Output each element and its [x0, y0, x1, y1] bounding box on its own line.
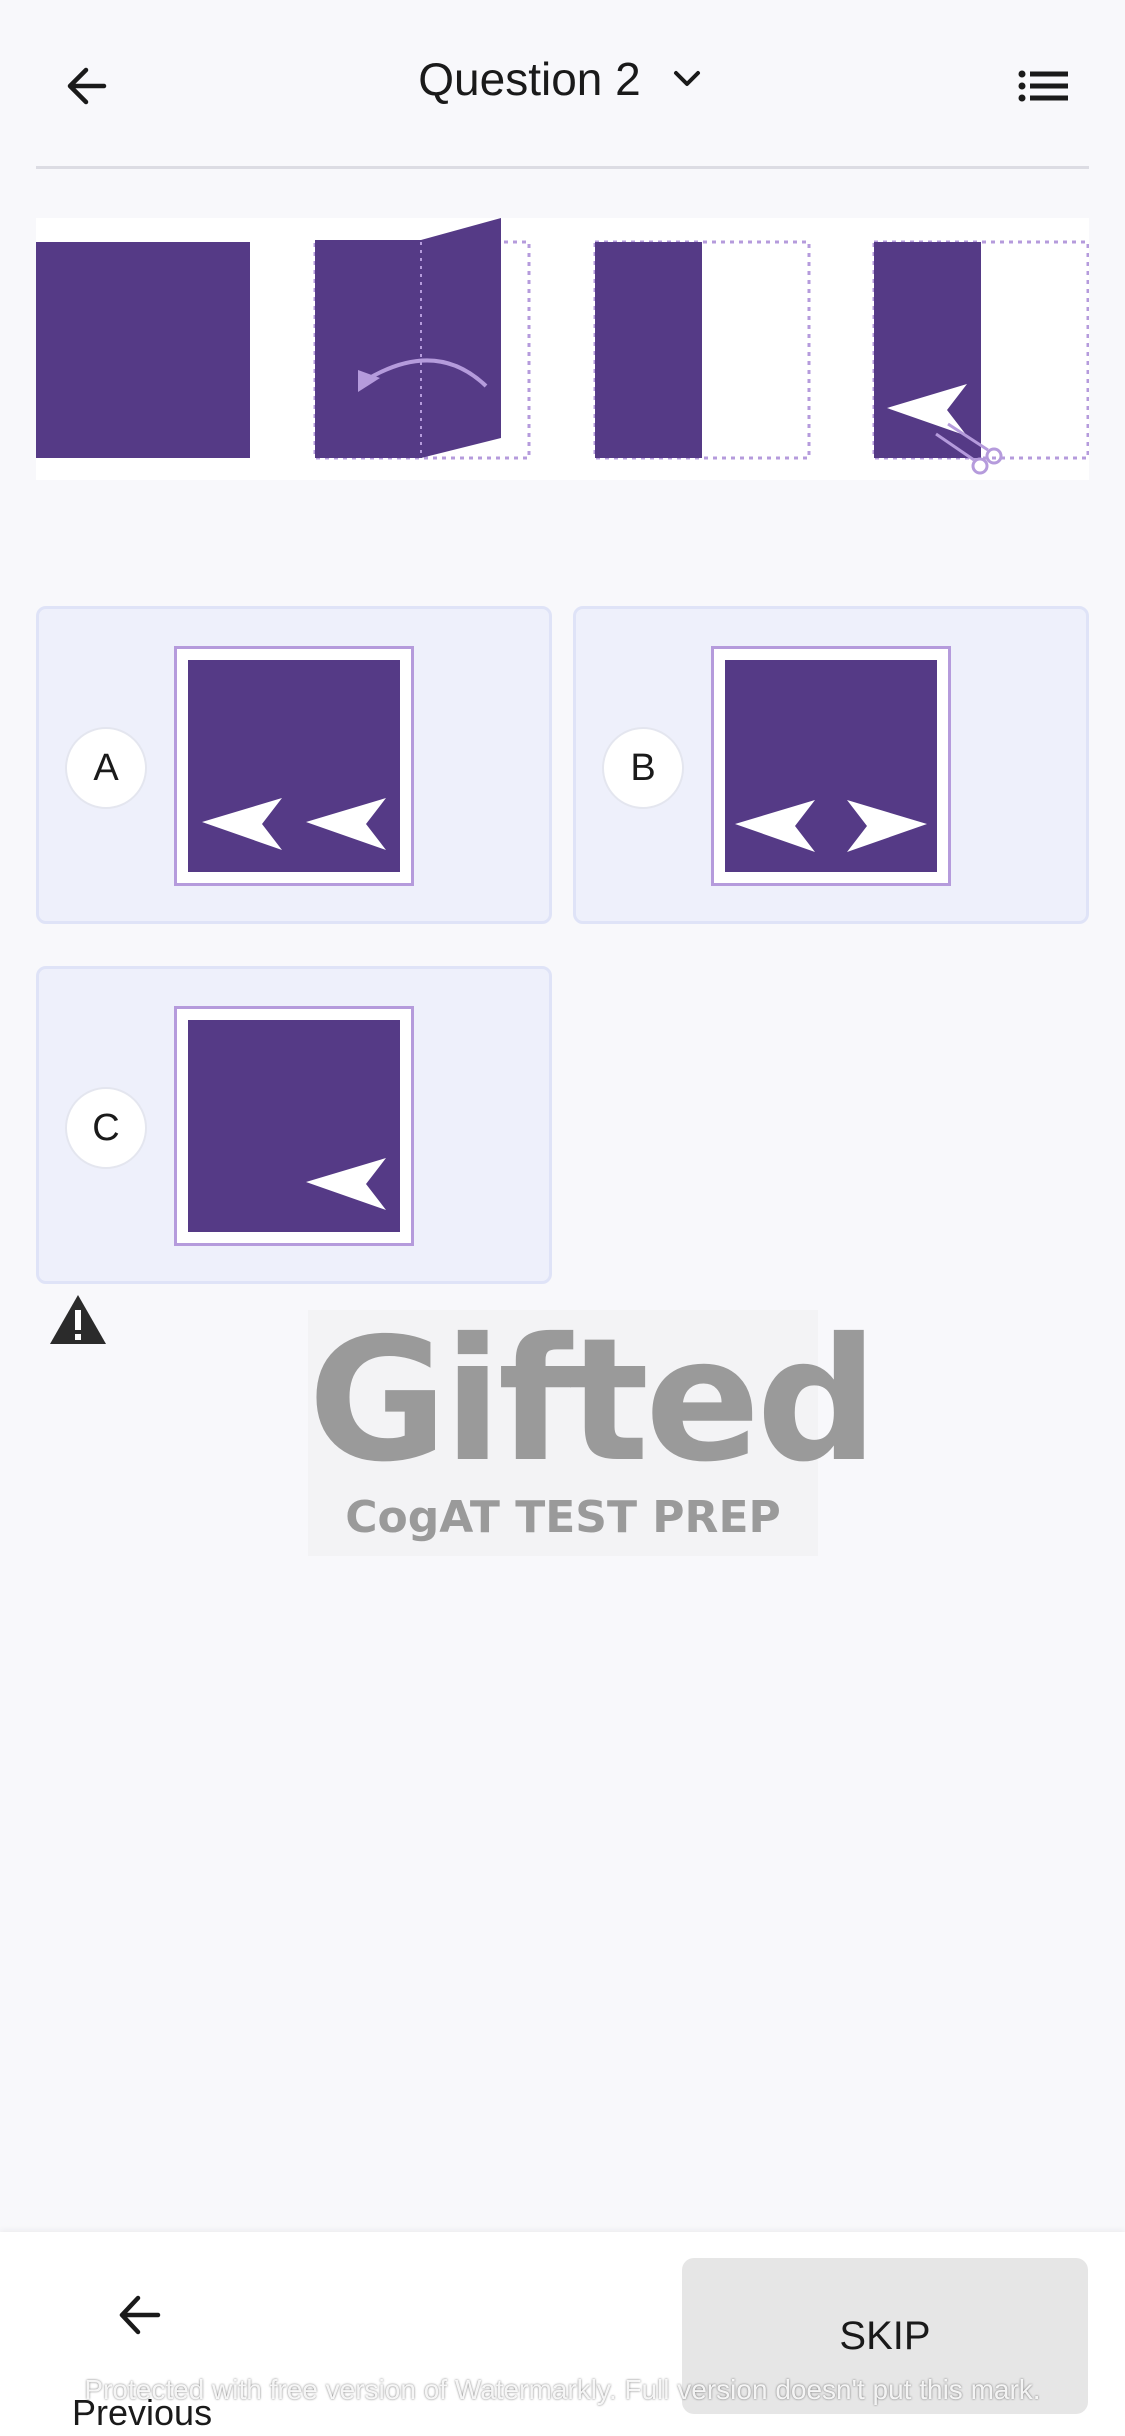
chevron-down-icon[interactable]: [667, 59, 707, 99]
option-b[interactable]: B: [573, 606, 1089, 924]
option-c[interactable]: C: [36, 966, 552, 1284]
logo-main-text: Gifted: [308, 1302, 878, 1500]
option-letter: A: [65, 727, 147, 809]
arrow-left-icon: [119, 2295, 161, 2335]
option-image: [711, 646, 951, 886]
list-icon[interactable]: [1016, 62, 1072, 110]
question-stimulus: [36, 218, 1090, 480]
warning-triangle-icon[interactable]: [48, 1292, 108, 1348]
option-image: [174, 1006, 414, 1246]
watermark-text: Protected with free version of Watermark…: [84, 2374, 1041, 2405]
question-title: Question 2: [418, 53, 641, 105]
option-letter: B: [602, 727, 684, 809]
step-3-folded: [593, 240, 811, 460]
logo-sub-text: CogAT TEST PREP: [345, 1492, 781, 1543]
option-a[interactable]: A: [36, 606, 552, 924]
step-4-cut: [872, 240, 1090, 475]
gifted-logo: Gifted CogAT TEST PREP: [308, 1302, 878, 1556]
step-1-paper: [36, 242, 250, 458]
step-2-folding: [313, 218, 531, 460]
option-image: [174, 646, 414, 886]
option-letter: C: [65, 1087, 147, 1169]
header-divider: [36, 166, 1089, 169]
header: Question 2: [0, 0, 1125, 168]
question-selector[interactable]: Question 2: [0, 52, 1125, 106]
